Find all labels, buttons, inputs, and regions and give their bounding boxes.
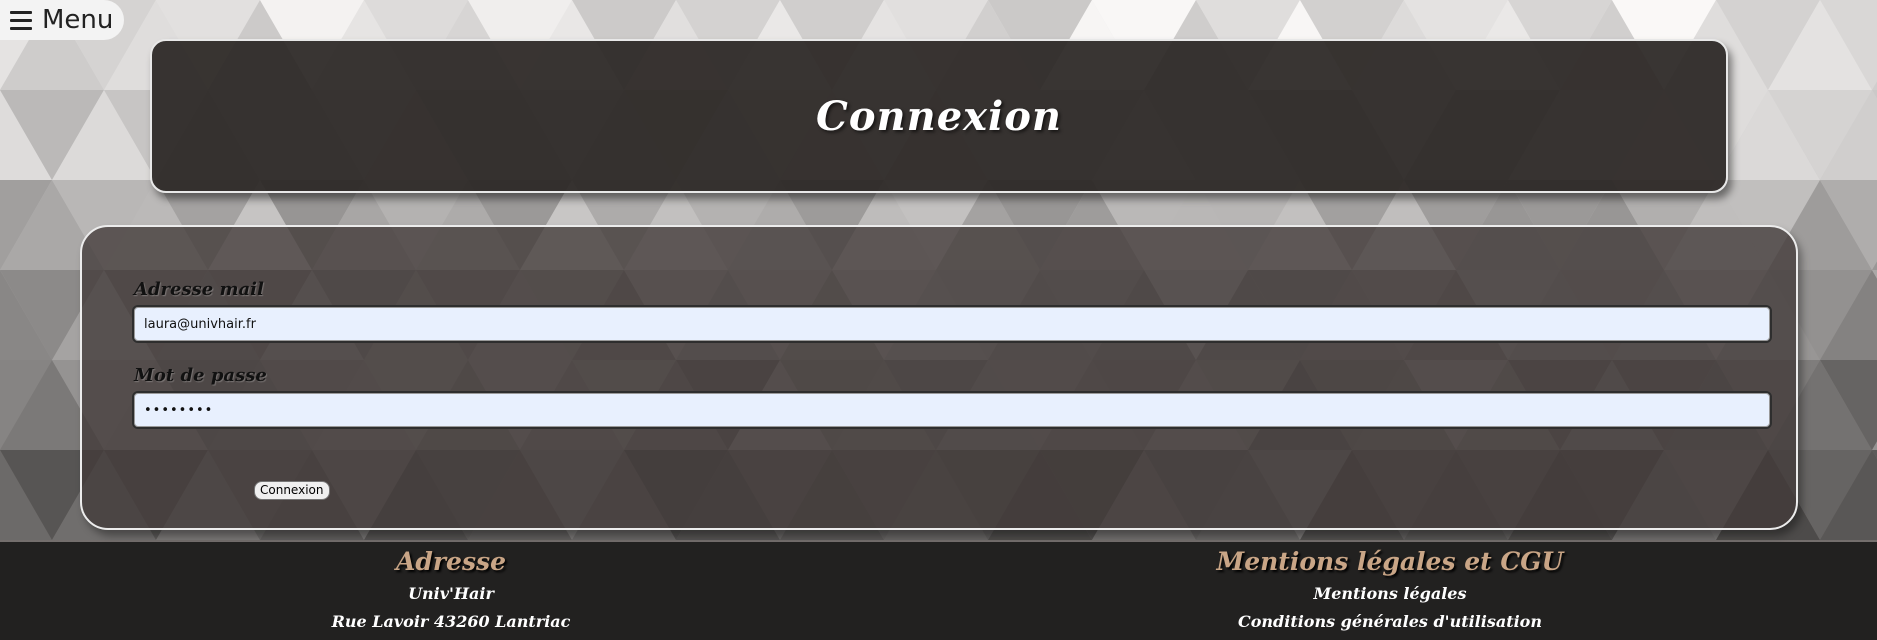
footer-legal-heading: Mentions légales et CGU bbox=[1216, 547, 1564, 576]
header-card: Connexion bbox=[150, 39, 1728, 193]
password-field[interactable] bbox=[132, 391, 1772, 429]
email-label: Adresse mail bbox=[134, 279, 264, 300]
footer-address-section: Adresse Univ'Hair Rue Lavoir 43260 Lantr… bbox=[151, 542, 751, 636]
footer-address-heading: Adresse bbox=[395, 547, 506, 576]
cgu-link[interactable]: Conditions générales d'utilisation bbox=[1090, 608, 1690, 636]
footer-legal-section: Mentions légales et CGU Mentions légales… bbox=[1090, 542, 1690, 636]
footer: Adresse Univ'Hair Rue Lavoir 43260 Lantr… bbox=[0, 542, 1877, 640]
hamburger-icon bbox=[10, 10, 32, 30]
login-form: Adresse mail Mot de passe Connexion bbox=[80, 225, 1798, 530]
password-label: Mot de passe bbox=[134, 365, 267, 386]
connexion-button[interactable]: Connexion bbox=[254, 481, 330, 500]
mentions-legales-link[interactable]: Mentions légales bbox=[1090, 580, 1690, 608]
footer-street-address: Rue Lavoir 43260 Lantriac bbox=[331, 612, 571, 631]
footer-business-name: Univ'Hair bbox=[408, 584, 494, 603]
page-title: Connexion bbox=[816, 92, 1062, 140]
menu-button[interactable]: Menu bbox=[0, 0, 124, 40]
email-field[interactable] bbox=[132, 305, 1772, 343]
menu-label: Menu bbox=[42, 5, 114, 35]
